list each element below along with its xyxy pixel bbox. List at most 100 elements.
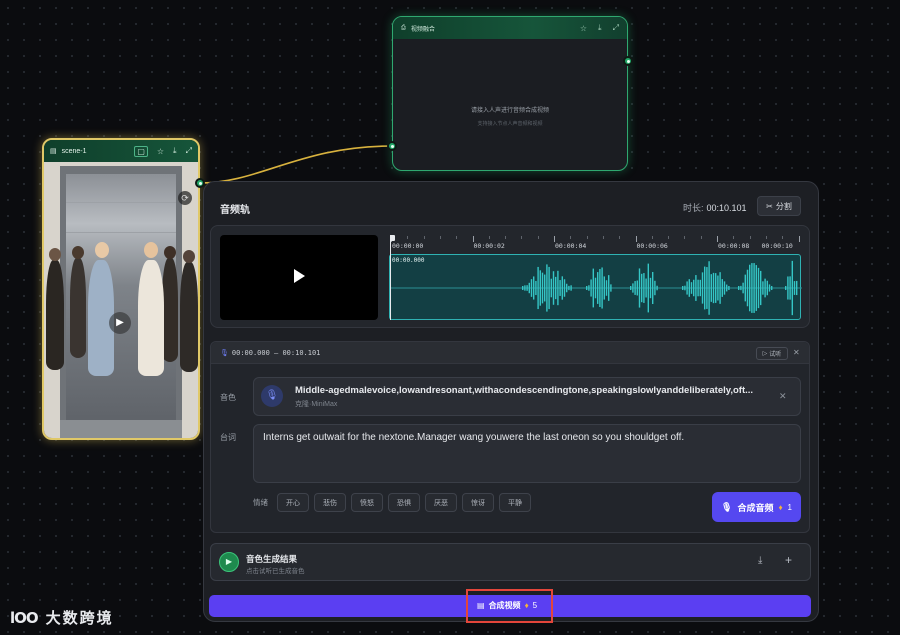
merge-node-icon: ⎙ [401,24,406,31]
emotion-chip[interactable]: 恐惧 [388,493,420,512]
ruler-subtick [733,236,735,239]
waveform-bar [704,266,706,310]
waveform-bar [695,275,697,301]
waveform-bar [541,272,544,304]
ruler-subtick [782,236,784,239]
duration-label: 时长: [683,203,704,213]
mic-icon: 🎙 [220,349,229,357]
waveform-bar [723,281,726,295]
waveform-bar [599,268,601,308]
waveform-bar [544,274,546,302]
playhead[interactable] [390,236,391,320]
video-merge-node[interactable]: ⎙ 视频融合 ☆ ⤓ ⤢ 请接入人声进行音频合成视频 支持接入节点人声音频和视频 [392,16,628,171]
waveform-bar [744,274,746,302]
waveform-bar [742,282,744,294]
ruler-subtick [537,236,539,239]
waveform-bar [608,275,610,301]
waveform-bar [537,266,539,310]
voice-name: Middle-agedmalevoice,lowandresonant,with… [295,385,754,396]
merge-node-output-port[interactable] [623,56,633,66]
try-listen-button[interactable]: ▷ 试听 [756,347,788,360]
play-icon: ▷ [762,351,768,357]
emotion-chip[interactable]: 愤怒 [351,493,383,512]
waveform-bar [757,267,760,309]
waveform-bar [789,276,791,300]
expand-icon[interactable]: ⤢ [186,146,192,156]
video-preview[interactable] [220,235,378,320]
close-icon[interactable]: ✕ [793,348,800,357]
ruler-subtick [765,236,767,239]
ruler-subtick [570,236,572,239]
merge-node-hint: 请接入人声进行音频合成视频 [470,108,549,114]
select-icon[interactable]: ▢ [134,145,148,157]
waveform-bar [568,285,570,291]
highlight-box [466,589,553,623]
ruler-label: 00:00:06 [636,242,668,250]
audio-clip[interactable]: 00:00.000 [389,254,802,320]
ruler-subtick [423,236,425,239]
scene-icon: ▤ [50,148,57,155]
waveform-bar [771,286,773,290]
star-icon[interactable]: ☆ [580,24,587,33]
waveform-bar [708,261,710,315]
emotion-chip[interactable]: 厌恶 [425,493,457,512]
scene-node-title: scene-1 [61,147,87,155]
emotion-chip[interactable]: 平静 [499,493,531,512]
waveform-bar [590,279,592,297]
ruler-subtick [407,236,409,239]
voice-result-card[interactable] [210,543,811,581]
play-icon[interactable]: ▶ [219,552,239,572]
waveform-bar [751,263,753,313]
scene-node[interactable]: ▤ scene-1 ▢ ☆ ⤓ ⤢ ⟳ ▶ [42,138,200,440]
waveform-bar [760,270,762,306]
waveform-bar [641,273,643,303]
waveform-bar [688,279,690,297]
waveform-bar [557,270,559,306]
download-icon[interactable]: ⤓ [598,23,602,33]
segment-time: 🎙 00:00.000 — 00:10.101 [220,349,320,357]
waveform-bar [791,260,793,316]
star-icon[interactable]: ☆ [157,147,164,156]
mic-icon: 🎙 [261,385,283,407]
scene-thumbnail[interactable]: ⟳ ▶ [44,162,198,438]
duration-display: 时长: 00:10.101 [683,201,747,214]
waveform-bar [654,280,656,296]
video-merge-node-header[interactable]: ⎙ 视频融合 ☆ ⤓ ⤢ [393,17,627,39]
voice-label: 音色 [220,393,236,402]
add-icon[interactable]: + [785,553,792,567]
playhead-handle[interactable] [390,235,395,241]
duration-value: 00:10.101 [706,203,747,213]
expand-icon[interactable]: ⤢ [613,23,619,33]
clear-voice-icon[interactable]: ✕ [779,391,787,402]
emotion-chip[interactable]: 开心 [277,493,309,512]
waveform-bar [586,286,588,290]
waveform-bar [552,271,555,305]
scissors-icon: ✂ [766,201,773,211]
waveform-bar [634,281,636,295]
waveform-bar [561,276,563,300]
play-icon[interactable] [294,269,305,283]
merge-node-input-port[interactable] [387,141,397,151]
ruler-subtick [619,236,621,239]
waveform-bar [706,267,708,309]
line-text[interactable]: Interns get outwait for the nextone.Mana… [263,432,793,443]
emotion-chip[interactable]: 惊讶 [462,493,494,512]
scene-node-header[interactable]: ▤ scene-1 ▢ ☆ ⤓ ⤢ [44,140,198,162]
emotion-row: 情绪 开心 悲伤 愤怒 恐惧 厌恶 惊讶 平静 [253,493,531,512]
split-button[interactable]: ✂ 分割 [757,196,801,216]
synthesize-audio-button[interactable]: 🎙 合成音频 ♦ 1 [712,492,801,522]
waveform-bar [588,285,590,291]
voice-selector[interactable] [253,377,801,416]
download-icon[interactable]: ⤓ [758,555,762,566]
refresh-icon[interactable]: ⟳ [178,191,192,205]
time-ruler[interactable]: 00:00:00 00:00:02 00:00:04 00:00:06 00:00:08… [389,236,801,253]
ruler-subtick [700,236,702,239]
waveform-bar [796,280,798,296]
waveform-bar [643,273,645,303]
emotion-chip[interactable]: 悲伤 [314,493,346,512]
play-icon[interactable]: ▶ [109,312,131,334]
waveform-bar [563,279,566,297]
download-icon[interactable]: ⤓ [173,146,177,156]
waveform-bar [601,267,603,309]
waveform-bar [656,285,658,291]
